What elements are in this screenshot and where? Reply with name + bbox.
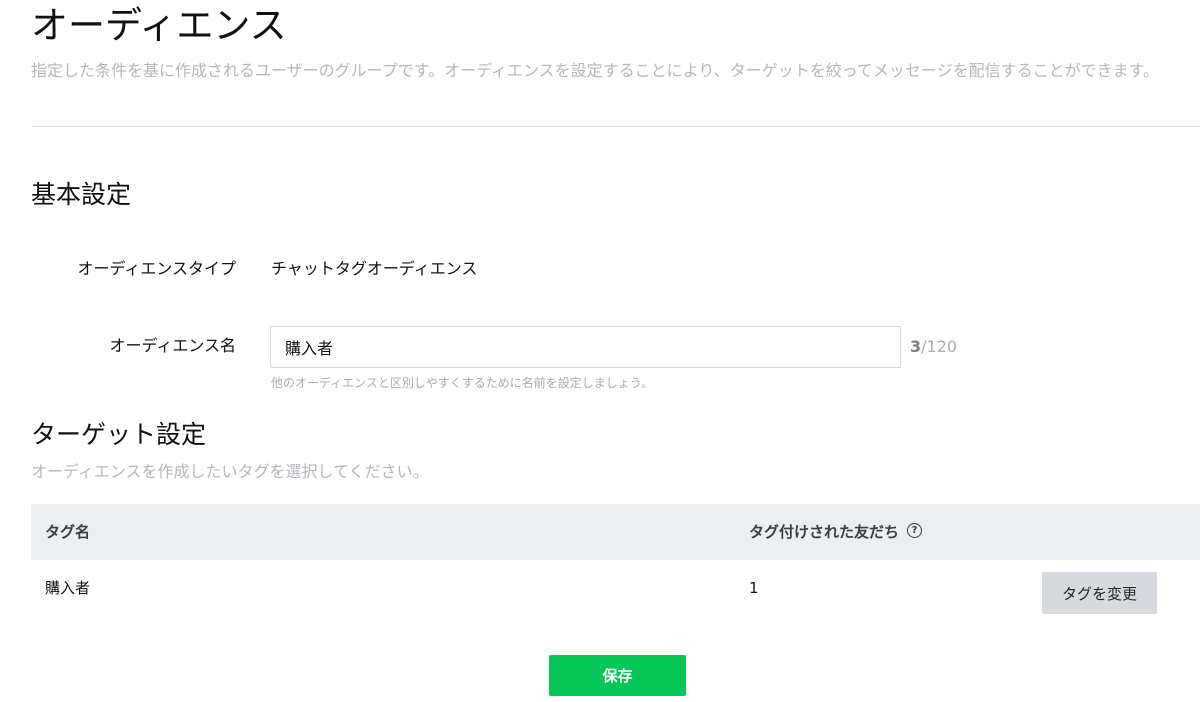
- audience-type-value: チャットタグオーディエンス: [271, 259, 478, 278]
- table-row: 購入者 1: [31, 560, 1200, 624]
- target-settings-title: ターゲット設定: [31, 420, 207, 449]
- table-header: タグ名 タグ付けされた友だち?: [31, 504, 1200, 560]
- column-header-tag-name: タグ名: [45, 523, 91, 541]
- basic-settings-title: 基本設定: [31, 180, 132, 209]
- save-button[interactable]: 保存: [549, 655, 686, 696]
- page-description: 指定した条件を基に作成されるユーザーのグループです。オーディエンスを設定すること…: [31, 61, 1160, 80]
- change-tag-button[interactable]: タグを変更: [1042, 572, 1157, 614]
- tag-name-cell: 購入者: [45, 579, 91, 597]
- char-count-max: /120: [921, 337, 958, 356]
- char-count-current: 3: [910, 337, 922, 356]
- tag-table: タグ名 タグ付けされた友だち? 購入者 1 タグを変更: [31, 504, 1200, 624]
- char-counter: 3/120: [910, 337, 957, 357]
- header-divider: [31, 126, 1200, 127]
- audience-page: オーディエンス 指定した条件を基に作成されるユーザーのグループです。オーディエン…: [0, 0, 1200, 702]
- audience-name-help-text: 他のオーディエンスと区別しやすくするために名前を設定しましょう。: [271, 376, 654, 390]
- column-header-tagged-friends: タグ付けされた友だち?: [749, 504, 923, 560]
- target-settings-description: オーディエンスを作成したいタグを選択してください。: [31, 462, 429, 481]
- audience-name-input[interactable]: [270, 326, 901, 368]
- audience-type-label: オーディエンスタイプ: [77, 259, 236, 278]
- help-icon[interactable]: ?: [907, 523, 923, 538]
- friend-count-cell: 1: [749, 579, 759, 597]
- page-title: オーディエンス: [31, 4, 287, 47]
- audience-name-label: オーディエンス名: [109, 336, 236, 355]
- column-header-tagged-friends-label: タグ付けされた友だち: [749, 523, 900, 541]
